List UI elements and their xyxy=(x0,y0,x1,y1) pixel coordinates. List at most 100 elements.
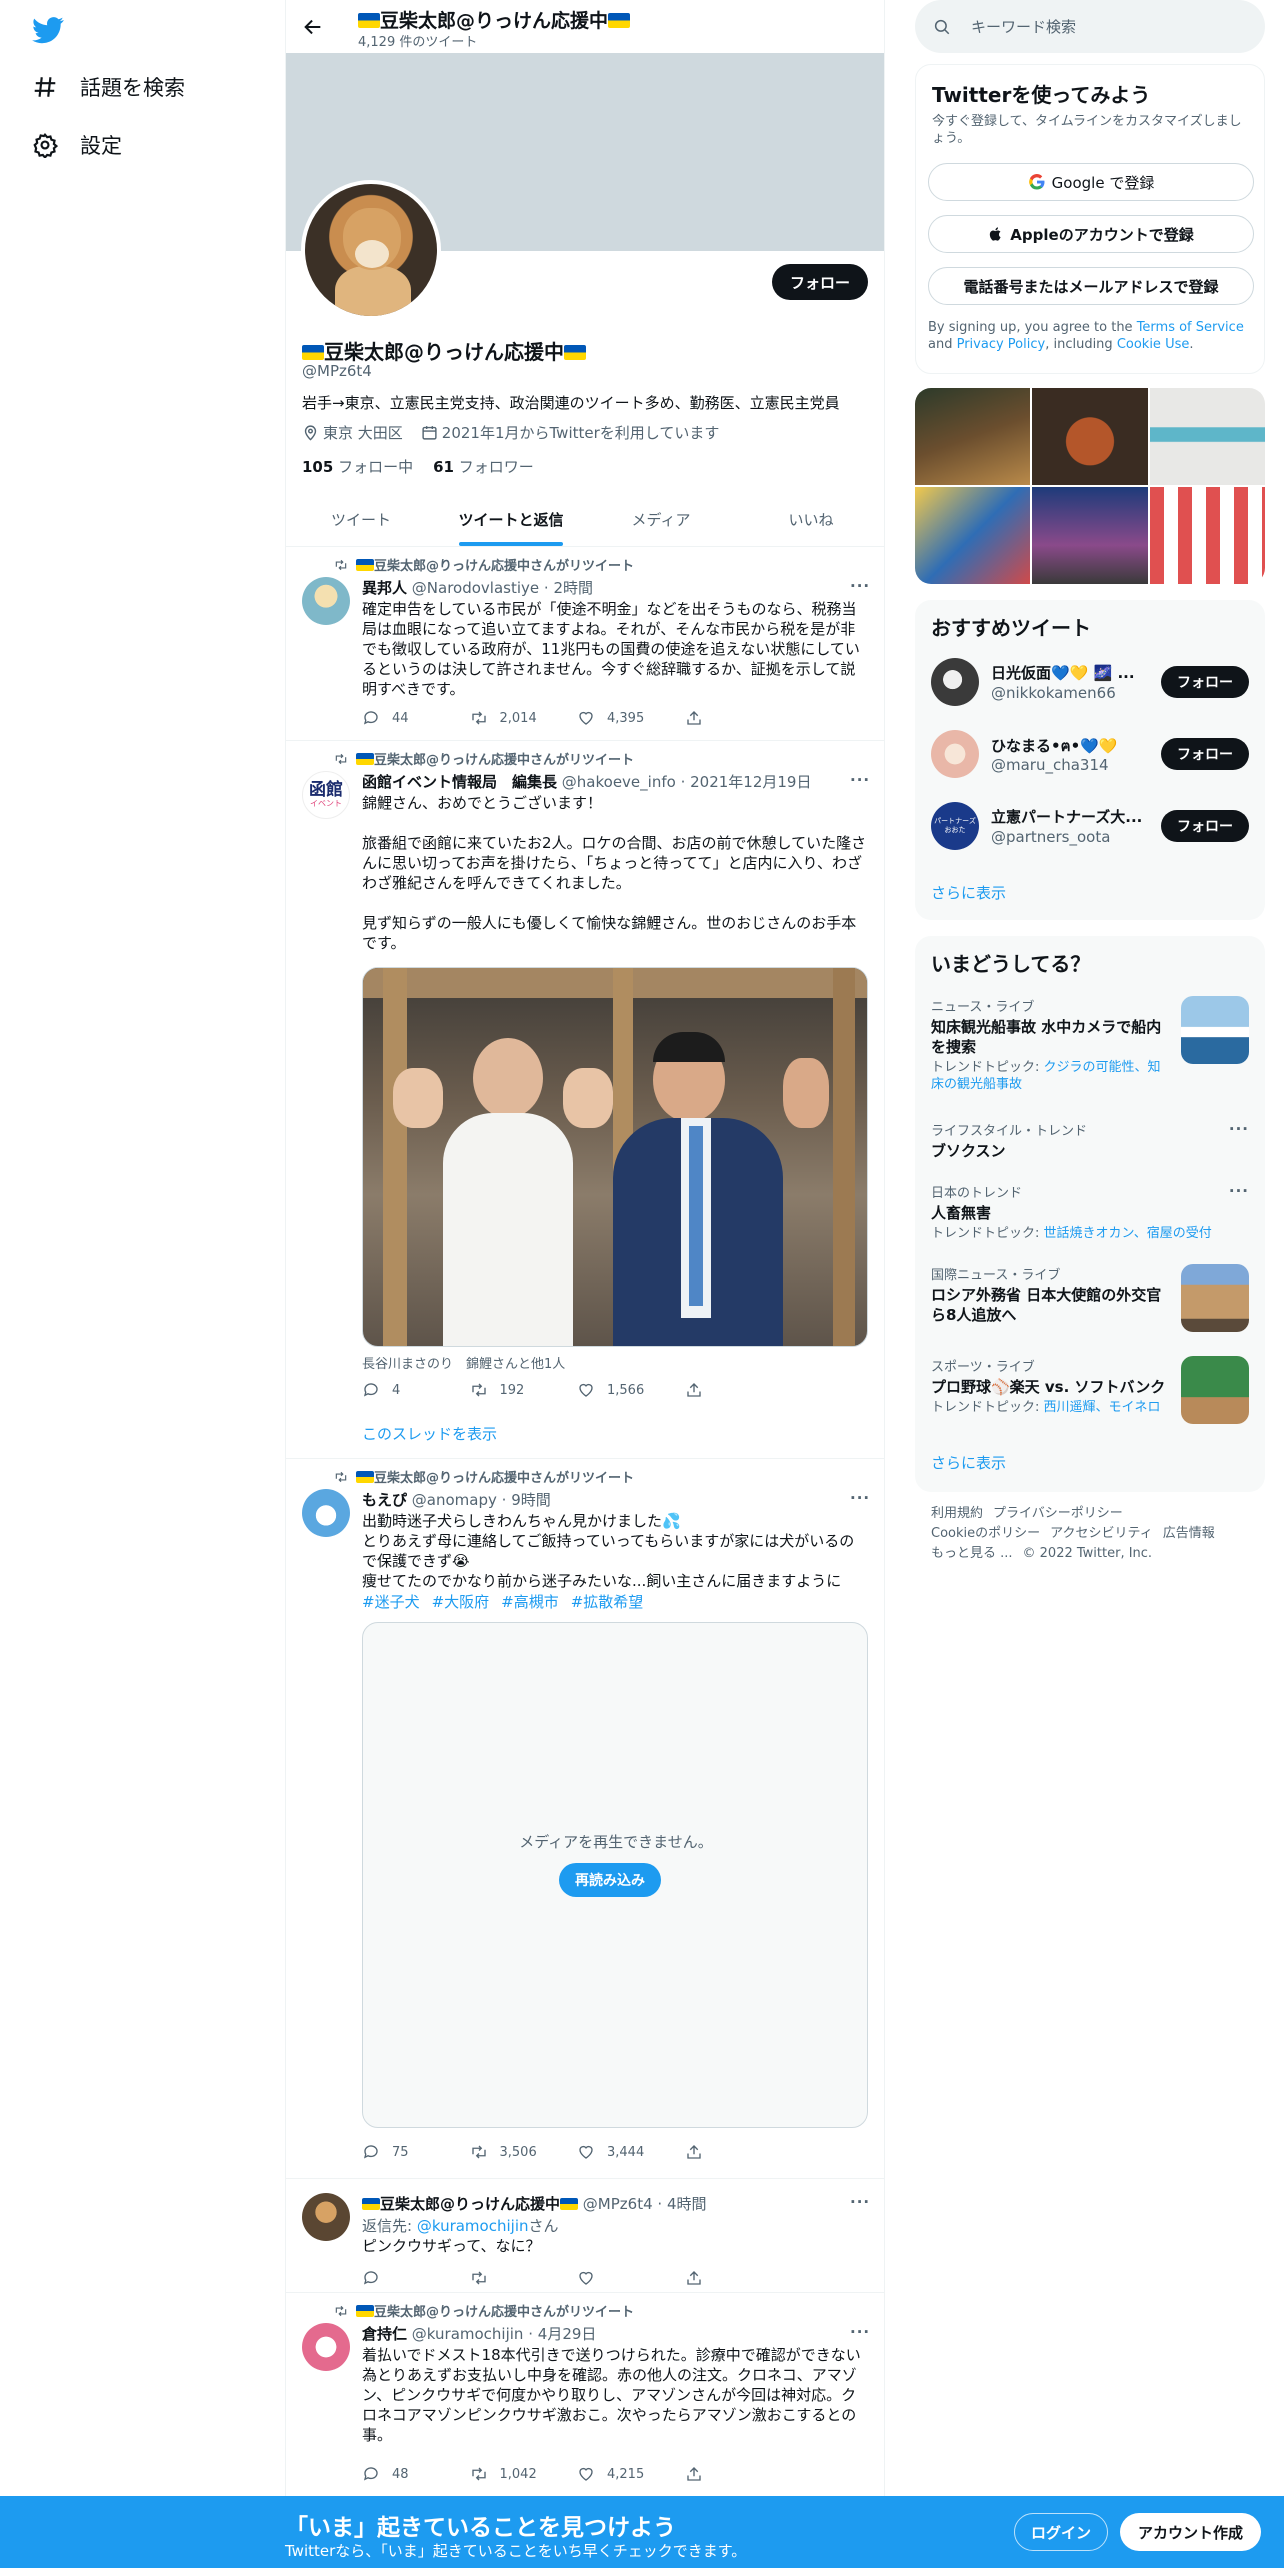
recommended-user[interactable]: 日光仮面💙💛 🌌 ... @nikkokamen66 フォロー xyxy=(931,654,1249,710)
phone-email-signup-button[interactable]: 電話番号またはメールアドレスで登録 xyxy=(928,267,1254,305)
apple-signup-button[interactable]: Appleのアカウントで登録 xyxy=(928,215,1254,253)
author-name[interactable]: 異邦人 xyxy=(362,579,407,597)
recommended-user[interactable]: パートナーズ おおた 立憲パートナーズ大... @partners_oota フ… xyxy=(931,798,1249,854)
author-handle[interactable]: @kuramochijin xyxy=(412,2325,524,2343)
follow-button[interactable]: フォロー xyxy=(771,264,868,300)
search-box[interactable]: キーワード検索 xyxy=(915,0,1265,53)
photo-caption[interactable]: 長谷川まさのり 錦鯉さんと他1人 xyxy=(362,1353,565,1372)
trend-item[interactable]: ライフスタイル・トレンド ブソクスン ··· xyxy=(931,1120,1249,1161)
cookie-link[interactable]: Cookie Use xyxy=(1117,337,1190,352)
more-options-icon[interactable]: ··· xyxy=(850,1489,870,1507)
more-options-icon[interactable]: ··· xyxy=(850,2323,870,2341)
trend-image[interactable] xyxy=(1181,996,1249,1064)
avatar[interactable] xyxy=(931,658,979,706)
author-name[interactable]: 函館イベント情報局 編集長 xyxy=(362,773,557,791)
follow-button[interactable]: フォロー xyxy=(1161,810,1249,842)
show-more-link[interactable]: さらに表示 xyxy=(931,882,1006,903)
footer-link[interactable]: プライバシーポリシー xyxy=(993,1506,1123,1521)
footer-link[interactable]: 広告情報 xyxy=(1163,1526,1215,1541)
search-input[interactable]: キーワード検索 xyxy=(971,16,1076,37)
privacy-link[interactable]: Privacy Policy xyxy=(957,337,1046,352)
following-link[interactable]: 105 フォロー中 xyxy=(302,456,413,477)
author-name[interactable]: もえぴ xyxy=(362,1491,407,1509)
retweet-button[interactable] xyxy=(470,2269,578,2287)
like-button[interactable]: 1,566 xyxy=(577,1381,685,1399)
media-thumbnail[interactable] xyxy=(915,388,1031,485)
tweet-time[interactable]: · 9時間 xyxy=(502,1491,551,1509)
trend-item[interactable]: スポーツ・ライブ プロ野球⚾楽天 vs. ソフトバンク トレンドトピック: 西川… xyxy=(931,1356,1249,1424)
nav-explore[interactable]: 話題を検索 xyxy=(32,67,185,107)
like-button[interactable] xyxy=(577,2269,685,2287)
hashtag-link[interactable]: #高槻市 xyxy=(501,1591,559,1612)
footer-link[interactable]: Cookieのポリシー xyxy=(931,1526,1040,1541)
hashtag-link[interactable]: #大阪府 xyxy=(432,1591,490,1612)
author-name[interactable]: 倉持仁 xyxy=(362,2325,407,2343)
more-options-icon[interactable]: ··· xyxy=(850,771,870,789)
avatar[interactable] xyxy=(931,730,979,778)
trend-item[interactable]: 日本のトレンド 人畜無害 トレンドトピック: 世話焼きオカン、宿屋の受付 ··· xyxy=(931,1182,1249,1242)
tweet-time[interactable]: · 4時間 xyxy=(657,2195,706,2213)
share-button[interactable] xyxy=(685,2269,793,2287)
retweet-button[interactable]: 192 xyxy=(470,1381,578,1399)
more-options-icon[interactable]: ··· xyxy=(850,2193,870,2211)
twitter-bird-icon[interactable] xyxy=(32,14,64,46)
hashtag-link[interactable]: #拡散希望 xyxy=(571,1591,644,1612)
author-handle[interactable]: @MPz6t4 xyxy=(583,2195,653,2213)
avatar[interactable] xyxy=(302,1489,350,1537)
reply-to-link[interactable]: @kuramochijin xyxy=(417,2217,529,2235)
share-button[interactable] xyxy=(685,709,793,727)
reply-button[interactable]: 44 xyxy=(362,709,470,727)
media-thumbnail[interactable] xyxy=(1032,487,1148,584)
follow-button[interactable]: フォロー xyxy=(1161,738,1249,770)
reply-button[interactable]: 48 xyxy=(362,2465,470,2483)
like-button[interactable]: 4,395 xyxy=(577,709,685,727)
tab-media[interactable]: メディア xyxy=(586,494,736,546)
trend-image[interactable] xyxy=(1181,1356,1249,1424)
tweet[interactable]: 豆柴太郎@りっけん応援中さんがリツイート もえぴ @anomapy · 9時間 … xyxy=(286,1459,884,2179)
share-button[interactable] xyxy=(685,1381,793,1399)
tweet-photo[interactable] xyxy=(362,967,868,1347)
recommended-user[interactable]: ひなまる•ฅ•💙💛 @maru_cha314 フォロー xyxy=(931,726,1249,782)
show-more-link[interactable]: さらに表示 xyxy=(931,1452,1006,1473)
reload-button[interactable]: 再読み込み xyxy=(559,1863,661,1897)
trend-image[interactable] xyxy=(1181,1264,1249,1332)
tab-likes[interactable]: いいね xyxy=(736,494,884,546)
media-thumbnail[interactable] xyxy=(1149,487,1265,584)
like-button[interactable]: 3,444 xyxy=(577,2143,685,2161)
footer-link[interactable]: アクセシビリティ xyxy=(1050,1526,1153,1541)
tab-tweets[interactable]: ツイート xyxy=(286,494,436,546)
reply-button[interactable]: 75 xyxy=(362,2143,470,2161)
trend-item[interactable]: ニュース・ライブ 知床観光船事故 水中カメラで船内を捜索 トレンドトピック: ク… xyxy=(931,996,1249,1093)
terms-link[interactable]: Terms of Service xyxy=(1137,320,1244,335)
more-options-icon[interactable]: ··· xyxy=(1229,1120,1249,1138)
author-handle[interactable]: @hakoeve_info xyxy=(562,773,676,791)
tab-tweets-and-replies[interactable]: ツイートと返信 xyxy=(436,494,586,546)
login-button[interactable]: ログイン xyxy=(1014,2513,1109,2551)
avatar[interactable]: パートナーズ おおた xyxy=(931,802,979,850)
retweet-button[interactable]: 2,014 xyxy=(470,709,578,727)
more-options-icon[interactable]: ··· xyxy=(850,577,870,595)
footer-link[interactable]: 利用規約 xyxy=(931,1506,983,1521)
create-account-button[interactable]: アカウント作成 xyxy=(1120,2513,1262,2551)
tweet-time[interactable]: · 2時間 xyxy=(544,579,593,597)
author-handle[interactable]: @anomapy xyxy=(412,1491,497,1509)
tweet-time[interactable]: · 4月29日 xyxy=(528,2325,596,2343)
profile-avatar[interactable] xyxy=(301,180,441,320)
retweet-button[interactable]: 1,042 xyxy=(470,2465,578,2483)
tweet[interactable]: 豆柴太郎@りっけん応援中さんがリツイート 異邦人 @Narodovlastiye… xyxy=(286,547,884,741)
avatar[interactable] xyxy=(302,577,350,625)
share-button[interactable] xyxy=(685,2465,793,2483)
nav-settings[interactable]: 設定 xyxy=(32,125,122,165)
tweet[interactable]: 豆柴太郎@りっけん応援中さんがリツイート 倉持仁 @kuramochijin ·… xyxy=(286,2293,884,2503)
tweet[interactable]: 豆柴太郎@りっけん応援中 @MPz6t4 · 4時間 ··· 返信先: @kur… xyxy=(286,2179,884,2293)
author-handle[interactable]: @Narodovlastiye xyxy=(412,579,539,597)
retweet-button[interactable]: 3,506 xyxy=(470,2143,578,2161)
avatar[interactable] xyxy=(302,2193,350,2241)
back-button[interactable] xyxy=(298,12,328,42)
reply-button[interactable]: 4 xyxy=(362,1381,470,1399)
media-thumbnail[interactable] xyxy=(1032,388,1148,485)
reply-button[interactable] xyxy=(362,2269,470,2287)
more-options-icon[interactable]: ··· xyxy=(1229,1182,1249,1200)
hashtag-link[interactable]: #迷子犬 xyxy=(362,1591,420,1612)
avatar[interactable] xyxy=(302,2323,350,2371)
